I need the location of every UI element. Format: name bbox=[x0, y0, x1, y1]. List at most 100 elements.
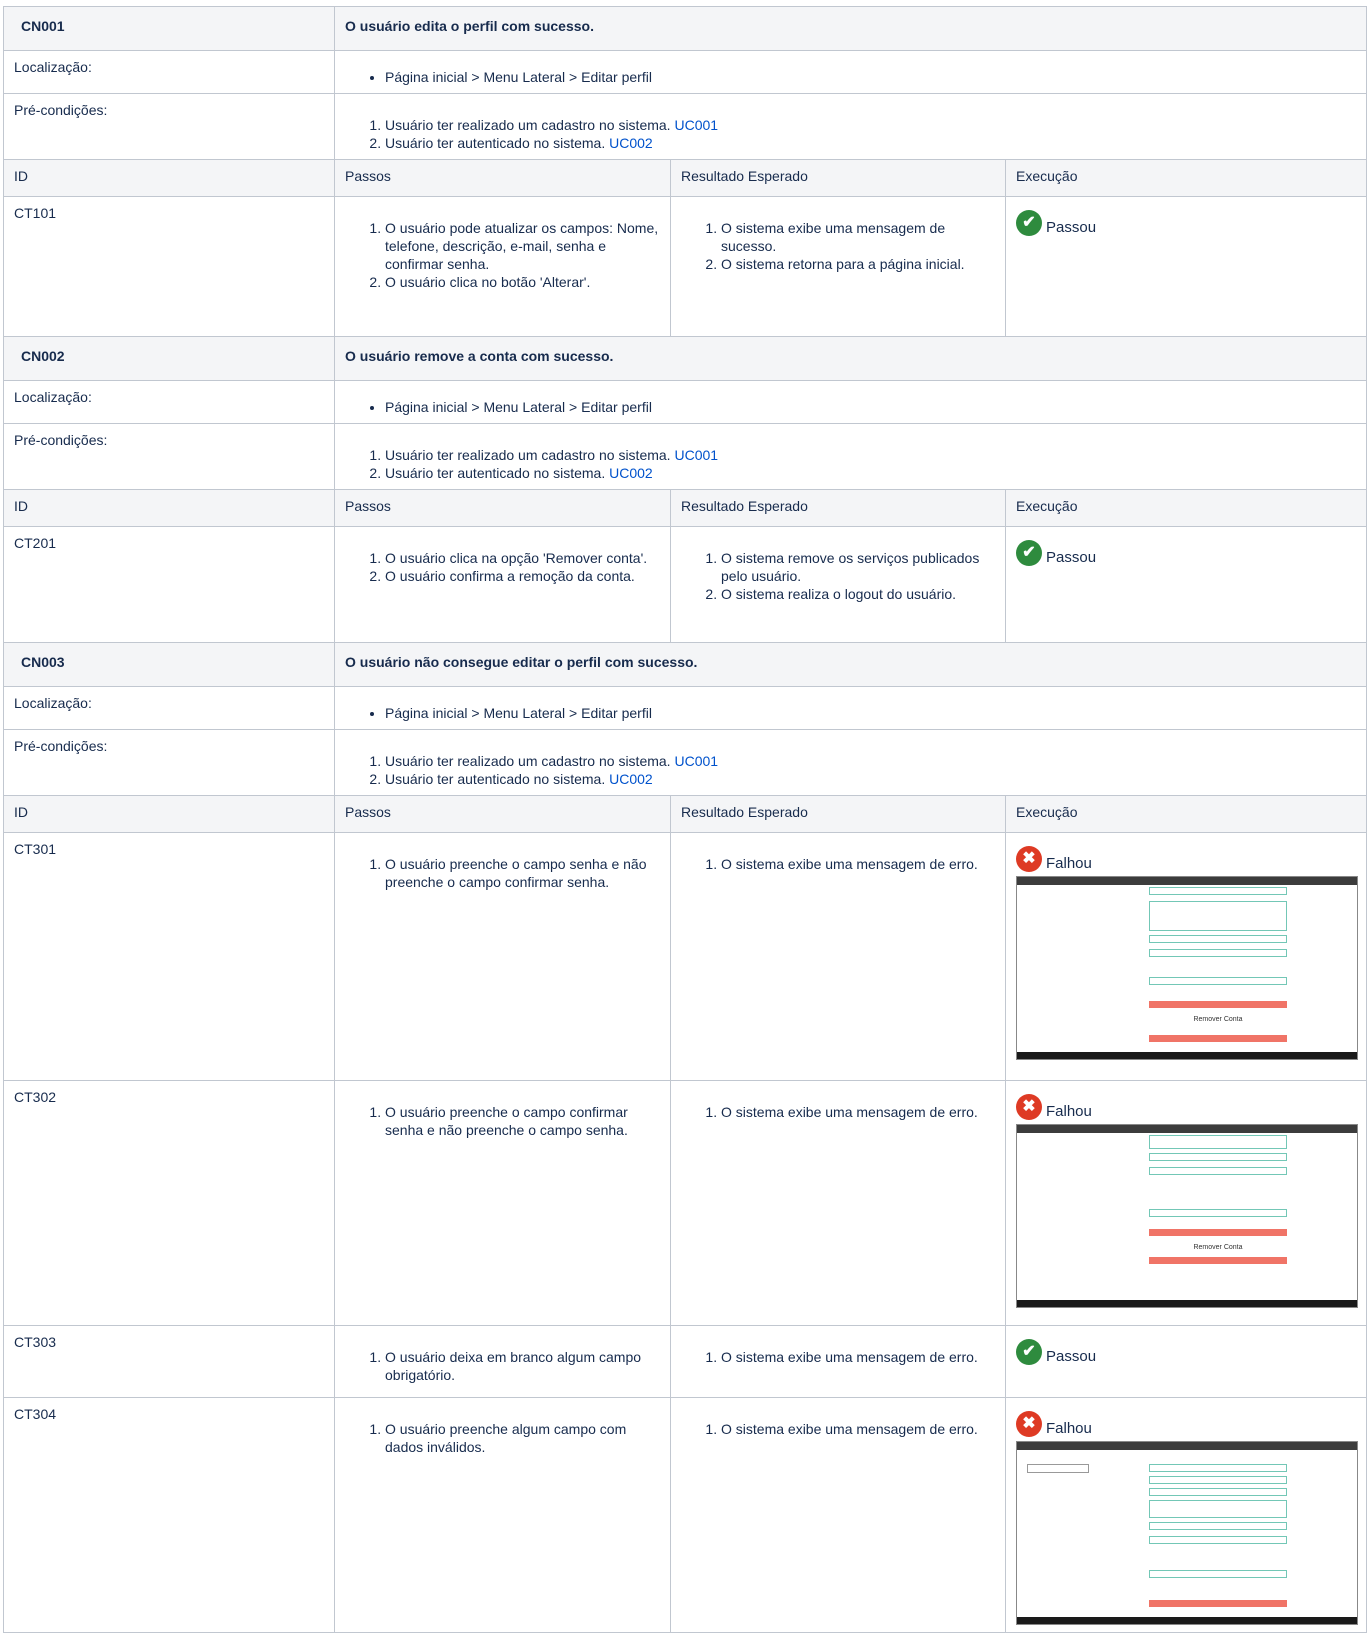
step-item: O usuário clica na opção 'Remover conta'… bbox=[385, 549, 660, 567]
screenshot-browser-bar bbox=[1017, 1442, 1357, 1450]
screenshot-alterar-button bbox=[1149, 1600, 1287, 1607]
screenshot-taskbar bbox=[1017, 1300, 1357, 1307]
execution-status: ✖ Falhou bbox=[1016, 1094, 1356, 1120]
check-circle-icon: ✔ bbox=[1016, 210, 1042, 236]
location-path: Página inicial > Menu Lateral > Editar p… bbox=[385, 704, 1356, 722]
precondition-text: Usuário ter realizado um cadastro no sis… bbox=[385, 447, 671, 463]
test-case-id: CT302 bbox=[3, 1080, 335, 1326]
test-case-id: CT201 bbox=[3, 526, 335, 643]
screenshot-input bbox=[1149, 1153, 1287, 1161]
scenario-id: CN001 bbox=[3, 6, 335, 51]
precondition-text: Usuário ter autenticado no sistema. bbox=[385, 465, 606, 481]
evidence-screenshot[interactable]: Remover Conta bbox=[1016, 1124, 1358, 1308]
column-header-row: ID Passos Resultado Esperado Execução bbox=[3, 795, 1368, 833]
preconditions-cell: Usuário ter realizado um cadastro no sis… bbox=[333, 93, 1368, 160]
location-row: Localização: Página inicial > Menu Latera… bbox=[3, 686, 1368, 730]
scenario-header-row: CN001 O usuário edita o perfil com sucess… bbox=[3, 6, 1368, 51]
preconditions-list: Usuário ter realizado um cadastro no sis… bbox=[345, 446, 1356, 482]
preconditions-cell: Usuário ter realizado um cadastro no sis… bbox=[333, 729, 1368, 796]
preconditions-label: Pré-condições: bbox=[3, 93, 335, 160]
screenshot-side-button bbox=[1027, 1464, 1089, 1473]
test-case-id: CT101 bbox=[3, 196, 335, 337]
location-cell: Página inicial > Menu Lateral > Editar p… bbox=[333, 686, 1368, 730]
uc001-link[interactable]: UC001 bbox=[674, 753, 718, 769]
screenshot-remove-button bbox=[1149, 1257, 1287, 1264]
screenshot-form: Remover Conta bbox=[1145, 1133, 1291, 1300]
screenshot-input bbox=[1149, 1167, 1287, 1175]
execution-status-text: Passou bbox=[1046, 549, 1097, 566]
expected-cell: O sistema exibe uma mensagem de sucesso.… bbox=[670, 196, 1006, 337]
uc001-link[interactable]: UC001 bbox=[674, 117, 718, 133]
expected-list: O sistema remove os serviços publicados … bbox=[681, 549, 995, 603]
expected-cell: O sistema exibe uma mensagem de erro. bbox=[670, 1325, 1006, 1398]
execution-cell: ✔ Passou bbox=[1004, 1325, 1368, 1398]
expected-item: O sistema realiza o logout do usuário. bbox=[721, 585, 995, 603]
column-header-steps: Passos bbox=[334, 489, 671, 527]
screenshot-alterar-button bbox=[1149, 1001, 1287, 1008]
column-header-row: ID Passos Resultado Esperado Execução bbox=[3, 159, 1368, 197]
column-header-id: ID bbox=[3, 489, 335, 527]
evidence-screenshot[interactable] bbox=[1016, 1441, 1358, 1625]
execution-status-text: Falhou bbox=[1046, 855, 1092, 872]
steps-cell: O usuário preenche o campo confirmar sen… bbox=[334, 1080, 671, 1326]
test-cases-table: CN001 O usuário edita o perfil com sucess… bbox=[3, 6, 1368, 1633]
column-header-row: ID Passos Resultado Esperado Execução bbox=[3, 489, 1368, 527]
preconditions-label: Pré-condições: bbox=[3, 729, 335, 796]
test-case-row: CT302 O usuário preenche o campo confirma… bbox=[3, 1080, 1368, 1326]
location-label: Localização: bbox=[3, 50, 335, 94]
steps-list: O usuário preenche o campo confirmar sen… bbox=[345, 1103, 660, 1139]
expected-item: O sistema retorna para a página inicial. bbox=[721, 255, 995, 273]
precondition-text: Usuário ter realizado um cadastro no sis… bbox=[385, 117, 671, 133]
steps-list: O usuário clica na opção 'Remover conta'… bbox=[345, 549, 660, 585]
execution-status: ✖ Falhou bbox=[1016, 1411, 1356, 1437]
column-header-expected: Resultado Esperado bbox=[670, 489, 1006, 527]
location-list: Página inicial > Menu Lateral > Editar p… bbox=[345, 68, 1356, 86]
precondition-item: Usuário ter autenticado no sistema. UC00… bbox=[385, 134, 1356, 152]
steps-cell: O usuário clica na opção 'Remover conta'… bbox=[334, 526, 671, 643]
uc001-link[interactable]: UC001 bbox=[674, 447, 718, 463]
screenshot-browser-bar bbox=[1017, 877, 1357, 885]
location-cell: Página inicial > Menu Lateral > Editar p… bbox=[333, 50, 1368, 94]
preconditions-row: Pré-condições: Usuário ter realizado um c… bbox=[3, 729, 1368, 796]
column-header-expected: Resultado Esperado bbox=[670, 159, 1006, 197]
screenshot-taskbar bbox=[1017, 1617, 1357, 1624]
scenario-title: O usuário remove a conta com sucesso. bbox=[333, 336, 1368, 381]
screenshot-input bbox=[1149, 1209, 1287, 1217]
expected-cell: O sistema remove os serviços publicados … bbox=[670, 526, 1006, 643]
uc002-link[interactable]: UC002 bbox=[609, 135, 653, 151]
expected-cell: O sistema exibe uma mensagem de erro. bbox=[670, 832, 1006, 1081]
screenshot-input bbox=[1149, 1476, 1287, 1484]
execution-cell: ✔ Passou bbox=[1004, 526, 1368, 643]
uc002-link[interactable]: UC002 bbox=[609, 771, 653, 787]
test-case-row: CT101 O usuário pode atualizar os campos:… bbox=[3, 196, 1368, 337]
screenshot-input bbox=[1149, 887, 1287, 895]
evidence-screenshot[interactable]: Remover Conta bbox=[1016, 876, 1358, 1060]
test-case-id: CT301 bbox=[3, 832, 335, 1081]
x-circle-icon: ✖ bbox=[1016, 1094, 1042, 1120]
execution-cell: ✖ Falhou Remover Conta bbox=[1004, 1080, 1368, 1326]
execution-cell: ✔ Passou bbox=[1004, 196, 1368, 337]
execution-status-text: Passou bbox=[1046, 1348, 1097, 1365]
test-case-id: CT303 bbox=[3, 1325, 335, 1398]
location-list: Página inicial > Menu Lateral > Editar p… bbox=[345, 398, 1356, 416]
test-cases-body: CN001 O usuário edita o perfil com sucess… bbox=[3, 6, 1368, 1633]
preconditions-row: Pré-condições: Usuário ter realizado um c… bbox=[3, 423, 1368, 490]
x-circle-icon: ✖ bbox=[1016, 846, 1042, 872]
uc002-link[interactable]: UC002 bbox=[609, 465, 653, 481]
precondition-item: Usuário ter autenticado no sistema. UC00… bbox=[385, 770, 1356, 788]
scenario-header-row: CN003 O usuário não consegue editar o per… bbox=[3, 642, 1368, 687]
screenshot-input bbox=[1149, 935, 1287, 943]
test-case-row: CT201 O usuário clica na opção 'Remover c… bbox=[3, 526, 1368, 643]
screenshot-title: Remover Conta bbox=[1193, 1244, 1243, 1251]
precondition-item: Usuário ter realizado um cadastro no sis… bbox=[385, 752, 1356, 770]
screenshot-textarea bbox=[1149, 1500, 1287, 1518]
expected-item: O sistema exibe uma mensagem de erro. bbox=[721, 855, 995, 873]
scenario-id: CN002 bbox=[3, 336, 335, 381]
precondition-text: Usuário ter autenticado no sistema. bbox=[385, 771, 606, 787]
test-case-row: CT303 O usuário deixa em branco algum cam… bbox=[3, 1325, 1368, 1398]
preconditions-row: Pré-condições: Usuário ter realizado um c… bbox=[3, 93, 1368, 160]
precondition-text: Usuário ter autenticado no sistema. bbox=[385, 135, 606, 151]
expected-item: O sistema exibe uma mensagem de erro. bbox=[721, 1420, 995, 1438]
execution-status-text: Falhou bbox=[1046, 1103, 1092, 1120]
scenario-title: O usuário não consegue editar o perfil c… bbox=[333, 642, 1368, 687]
